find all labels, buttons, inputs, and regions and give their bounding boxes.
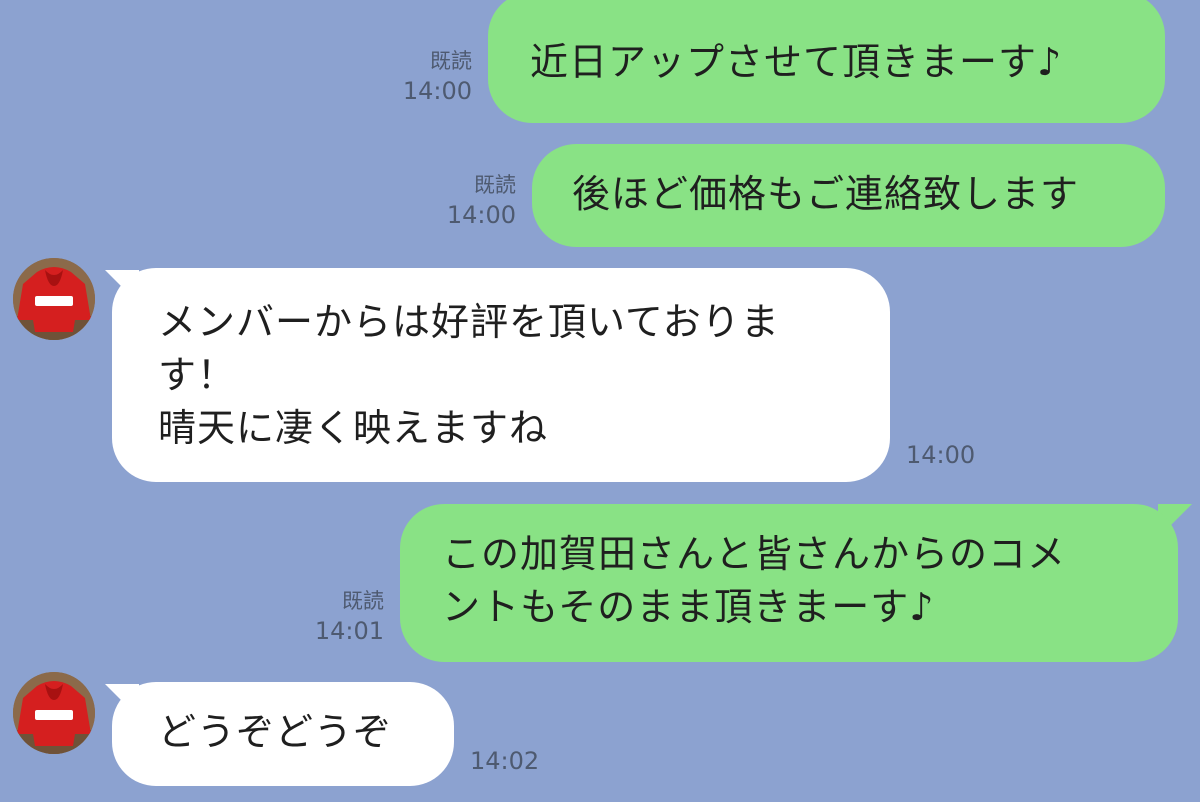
sender-avatar[interactable] xyxy=(13,258,95,340)
message-meta: 既読 14:00 xyxy=(418,170,516,230)
outgoing-message-bubble[interactable]: 近日アップさせて頂きまーす♪ xyxy=(488,0,1165,123)
chat-area[interactable]: 既読 14:00 近日アップさせて頂きまーす♪ 既読 14:00 後ほど価格もご… xyxy=(0,0,1200,802)
timestamp: 14:02 xyxy=(470,747,540,775)
timestamp: 14:00 xyxy=(446,201,516,229)
red-hoodie-photo-icon xyxy=(13,258,95,340)
incoming-message-bubble[interactable]: メンバーからは好評を頂いておりま す！ 晴天に凄く映えますね xyxy=(112,268,890,482)
outgoing-message-bubble[interactable]: この加賀田さんと皆さんからのコメ ントもそのまま頂きまーす♪ xyxy=(400,504,1178,662)
message-text: どうぞどうぞ xyxy=(158,710,393,754)
timestamp: 14:00 xyxy=(402,77,472,105)
message-line: 晴天に凄く映えますね xyxy=(158,406,549,450)
incoming-message-bubble[interactable]: どうぞどうぞ xyxy=(112,682,454,786)
sender-avatar[interactable] xyxy=(13,672,95,754)
message-text: 後ほど価格もご連絡致します xyxy=(572,172,1080,216)
message-text: 近日アップさせて頂きまーす♪ xyxy=(530,40,1063,84)
message-meta: 既読 14:01 xyxy=(292,586,384,646)
read-receipt: 既読 xyxy=(342,589,384,613)
message-line: この加賀田さんと皆さんからのコメ xyxy=(442,532,1067,576)
red-hoodie-photo-icon xyxy=(13,672,95,754)
timestamp: 14:01 xyxy=(314,617,384,645)
message-line: メンバーからは好評を頂いておりま xyxy=(158,300,780,344)
read-receipt: 既読 xyxy=(474,173,516,197)
outgoing-message-bubble[interactable]: 後ほど価格もご連絡致します xyxy=(532,144,1165,247)
read-receipt: 既読 xyxy=(430,49,472,73)
message-line: ントもそのまま頂きまーす♪ xyxy=(442,585,935,629)
message-line: す！ xyxy=(158,353,237,397)
message-meta: 既読 14:00 xyxy=(380,46,472,106)
timestamp: 14:00 xyxy=(906,441,976,469)
